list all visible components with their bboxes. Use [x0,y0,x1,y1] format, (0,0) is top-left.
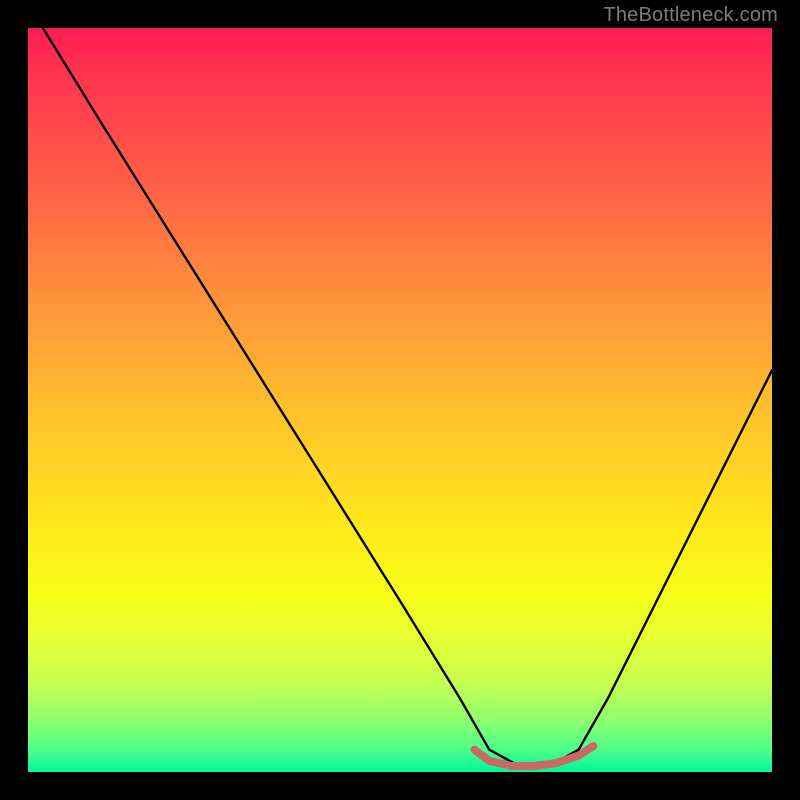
bottleneck-curve [43,28,772,766]
curve-layer [28,28,772,772]
plot-area [28,28,772,772]
watermark-text: TheBottleneck.com [603,4,778,27]
chart-frame: TheBottleneck.com [0,0,800,800]
valley-highlight [474,746,593,766]
